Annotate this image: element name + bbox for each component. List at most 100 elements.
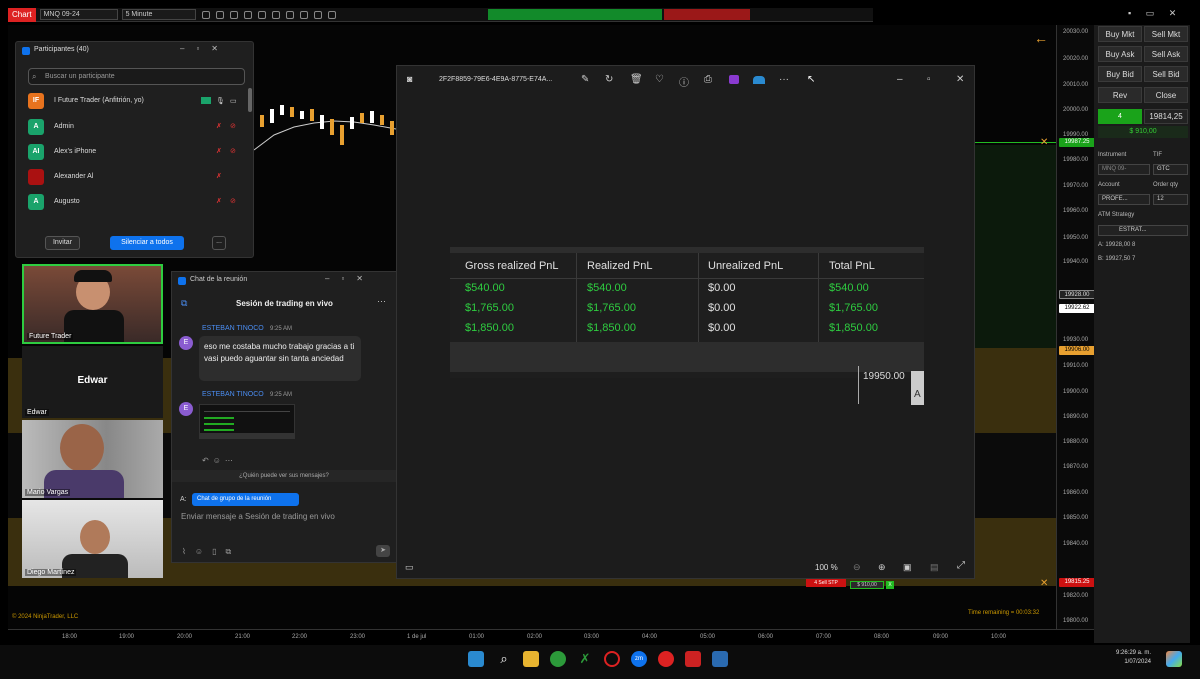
drawing-tool-icon[interactable]	[215, 10, 224, 19]
image-attachment[interactable]	[199, 404, 295, 439]
close-position-button[interactable]: Close	[1144, 87, 1188, 103]
close-x-lower[interactable]: ✕	[1040, 578, 1048, 589]
ninjatrader-icon[interactable]	[685, 651, 701, 667]
window-controls[interactable]: ▪ ▭ ✕	[1128, 8, 1182, 19]
timeframe-selector[interactable]: 5 Minute	[121, 9, 196, 20]
participant-row[interactable]: A Admin ✗ ⊘	[28, 119, 248, 139]
close-icon[interactable]: ✕	[956, 74, 964, 85]
fit-icon[interactable]: ▣	[903, 562, 912, 573]
app-icon[interactable]: ✗	[577, 651, 593, 667]
chart-trader-icon[interactable]	[327, 10, 336, 19]
chrome-icon[interactable]	[550, 651, 566, 667]
edit-icon[interactable]: ✎	[581, 74, 589, 85]
info-icon[interactable]: ⓘ	[679, 74, 689, 89]
participant-row[interactable]: Alexander Al ✗	[28, 169, 248, 189]
search-icon[interactable]: ⌕	[496, 651, 512, 667]
clipchamp-icon[interactable]	[729, 75, 739, 84]
sell-bid-button[interactable]: Sell Bid	[1144, 66, 1188, 82]
zoom-level[interactable]: 100 %	[815, 563, 838, 572]
bar-type-icon[interactable]	[201, 10, 210, 19]
time-label: 08:00	[874, 634, 890, 640]
zoom-out-icon[interactable]: ⊖	[853, 562, 861, 573]
sell-stop-order[interactable]: 4 Sell STP	[806, 579, 846, 587]
send-button[interactable]: ➤	[376, 545, 390, 557]
rotate-icon[interactable]: ↻	[605, 74, 613, 85]
start-icon[interactable]	[468, 651, 484, 667]
print-icon[interactable]: ⎙	[704, 74, 712, 85]
copilot-icon[interactable]	[1166, 651, 1182, 667]
strategies-icon[interactable]	[299, 10, 308, 19]
zoom-in-icon[interactable]	[229, 10, 238, 19]
properties-icon[interactable]	[313, 10, 322, 19]
opera-icon[interactable]	[604, 651, 620, 667]
instrument-select[interactable]: MNQ 09-	[1098, 164, 1150, 175]
zoom-app-icon[interactable]: zm	[631, 651, 647, 667]
participant-row[interactable]: A Augusto ✗ ⊘	[28, 194, 248, 214]
close-x-upper[interactable]: ✕	[1040, 137, 1048, 148]
price-tag-stop: 19987.25	[1059, 138, 1095, 147]
system-clock[interactable]: 9:26:29 a. m. 1/07/2024	[1116, 649, 1151, 667]
table-cell: $0.00	[708, 282, 736, 294]
buy-bid-button[interactable]: Buy Bid	[1098, 66, 1142, 82]
reverse-button[interactable]: Rev	[1098, 87, 1142, 103]
video-tile-mario[interactable]: Mario Vargas	[22, 420, 163, 498]
price-label: 20020.00	[1063, 56, 1089, 62]
invite-button[interactable]: Invitar	[45, 236, 80, 250]
file-explorer-icon[interactable]	[523, 651, 539, 667]
camera-icon[interactable]: ▭	[230, 94, 237, 110]
delete-icon[interactable]: 🗑	[630, 74, 643, 85]
participant-search-input[interactable]: Buscar un participante	[28, 68, 245, 85]
chat-more-icon[interactable]: ···	[377, 296, 386, 306]
panel-window-controls[interactable]: –▫✕	[180, 44, 230, 53]
maximize-icon[interactable]: ▫	[927, 74, 931, 85]
video-tile-edwar[interactable]: Edwar Edwar	[22, 346, 163, 418]
chat-tools[interactable]: ⌇☺▯⧉	[182, 547, 240, 557]
indicators-icon[interactable]	[285, 10, 294, 19]
reaction-icons[interactable]: ↶☺⋯	[202, 456, 237, 465]
mic-icon[interactable]: 🎙	[216, 94, 225, 110]
cancel-order-icon[interactable]: X	[886, 581, 894, 589]
filmstrip-icon[interactable]: ▭	[405, 562, 414, 573]
photos-icon[interactable]	[712, 651, 728, 667]
atm-strategy-select[interactable]: ESTRAT...	[1098, 225, 1188, 236]
more-icon[interactable]: ···	[779, 74, 789, 85]
tif-select[interactable]: GTC	[1153, 164, 1188, 175]
participant-name: Admin	[54, 123, 74, 130]
minimize-icon[interactable]: –	[897, 74, 903, 85]
price-label: 19910.00	[1063, 363, 1089, 369]
favorite-icon[interactable]: ♡	[655, 74, 664, 85]
fullscreen-icon[interactable]: ⤢	[957, 560, 965, 571]
crosshair-icon[interactable]	[271, 10, 280, 19]
chat-window-controls[interactable]: –▫✕	[325, 274, 375, 283]
video-tile-diego[interactable]: Diego Martínez	[22, 500, 163, 578]
video-tile-host[interactable]: Future Trader	[22, 264, 163, 344]
sell-ask-button[interactable]: Sell Ask	[1144, 46, 1188, 62]
who-can-see[interactable]: ¿Quién puede ver sus mensajes?	[172, 470, 396, 482]
chart-shade-green	[975, 145, 1056, 358]
scrollbar[interactable]	[248, 88, 252, 112]
zoom-in-icon[interactable]: ⊕	[878, 562, 886, 573]
participant-row[interactable]: AI Alex's iPhone ✗ ⊘	[28, 144, 248, 164]
onedrive-icon[interactable]	[753, 76, 765, 84]
instrument-selector[interactable]: MNQ 09-24	[39, 9, 118, 20]
actual-size-icon[interactable]: ▤	[930, 562, 939, 573]
cursor-icon[interactable]	[257, 10, 266, 19]
account-select[interactable]: PROFE...	[1098, 194, 1150, 205]
chart-tab[interactable]: Chart	[8, 7, 36, 22]
zoom-out-icon[interactable]	[243, 10, 252, 19]
avatar: A	[28, 119, 44, 135]
recording-icon[interactable]	[658, 651, 674, 667]
mute-all-button[interactable]: Silenciar a todos	[110, 236, 184, 250]
zoom-banner-red[interactable]	[664, 9, 750, 20]
instrument-label: Instrument	[1098, 152, 1127, 158]
order-qty-stepper[interactable]: 12	[1153, 194, 1188, 205]
buy-ask-button[interactable]: Buy Ask	[1098, 46, 1142, 62]
recipient-dropdown[interactable]: Chat de grupo de la reunión	[192, 493, 299, 506]
participant-row[interactable]: IF I Future Trader (Anfitrión, yo) 🎙 ▭	[28, 93, 248, 113]
sell-market-button[interactable]: Sell Mkt	[1144, 26, 1188, 42]
back-arrow-icon[interactable]: ←	[1034, 30, 1048, 46]
price-label: 19840.00	[1063, 541, 1089, 547]
more-options-button[interactable]: ...	[212, 236, 226, 250]
buy-market-button[interactable]: Buy Mkt	[1098, 26, 1142, 42]
chat-message-input[interactable]: Enviar mensaje a Sesión de trading en vi…	[181, 512, 335, 521]
